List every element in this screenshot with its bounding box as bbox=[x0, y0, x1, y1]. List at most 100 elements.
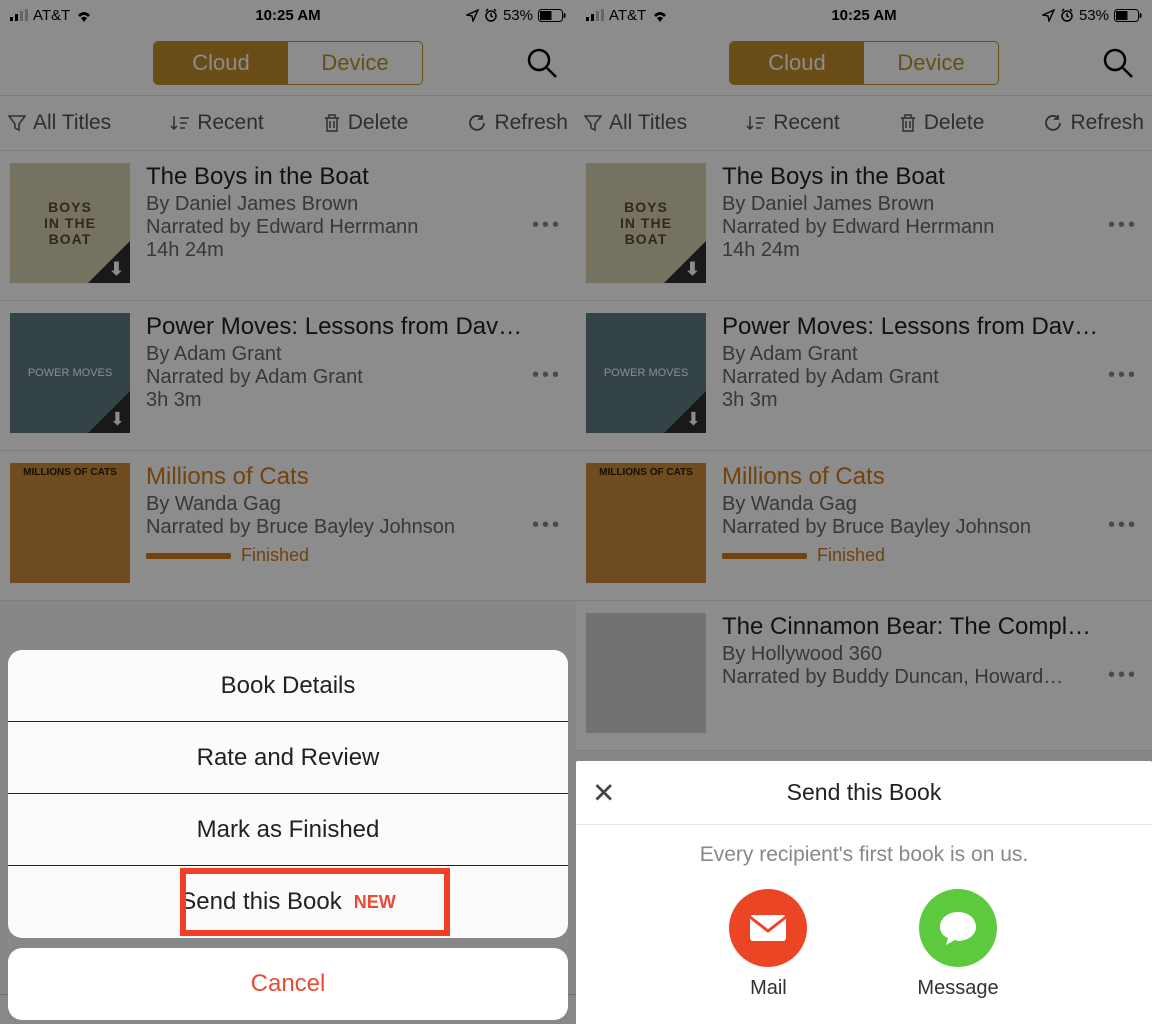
book-narrator: Narrated by Edward Herrmann bbox=[146, 216, 528, 239]
clock-label: 10:25 AM bbox=[831, 7, 896, 24]
sort-recent[interactable]: Recent bbox=[170, 111, 264, 135]
mail-icon bbox=[729, 889, 807, 967]
action-mark-finished[interactable]: Mark as Finished bbox=[8, 794, 568, 866]
device-tab[interactable]: Device bbox=[864, 42, 998, 84]
book-title: Power Moves: Lessons from Dav… bbox=[146, 313, 528, 341]
book-author: By Wanda Gag bbox=[146, 493, 528, 516]
signal-icon bbox=[10, 9, 28, 21]
book-duration: 14h 24m bbox=[146, 239, 528, 262]
alarm-icon bbox=[1060, 8, 1074, 22]
book-title: The Cinnamon Bear: The Compl… bbox=[722, 613, 1104, 641]
more-icon[interactable]: ••• bbox=[1104, 664, 1142, 687]
book-duration: 14h 24m bbox=[722, 239, 1104, 262]
refresh-label: Refresh bbox=[1070, 111, 1144, 135]
more-icon[interactable]: ••• bbox=[1104, 514, 1142, 537]
close-icon[interactable]: ✕ bbox=[592, 776, 615, 809]
book-narrator: Narrated by Bruce Bayley Johnson bbox=[722, 516, 1104, 539]
recent-label: Recent bbox=[197, 111, 264, 135]
cloud-device-toggle[interactable]: Cloud Device bbox=[729, 41, 999, 85]
book-narrator: Narrated by Buddy Duncan, Howard… bbox=[722, 666, 1104, 689]
wifi-icon bbox=[75, 9, 93, 22]
action-send-book[interactable]: Send this Book NEW bbox=[8, 866, 568, 938]
cover-text: POWER MOVES bbox=[28, 367, 112, 379]
more-icon[interactable]: ••• bbox=[528, 514, 566, 537]
book-author: By Hollywood 360 bbox=[722, 643, 1104, 666]
sort-recent[interactable]: Recent bbox=[746, 111, 840, 135]
book-row[interactable]: POWER MOVES ⬇ Power Moves: Lessons from … bbox=[0, 301, 576, 451]
book-row[interactable]: The Cinnamon Bear: The Compl… By Hollywo… bbox=[576, 601, 1152, 751]
action-cancel[interactable]: Cancel bbox=[8, 948, 568, 1020]
book-duration: 3h 3m bbox=[146, 389, 528, 412]
download-icon: ⬇ bbox=[109, 259, 125, 280]
progress-bar bbox=[722, 553, 807, 559]
book-row[interactable]: MILLIONS OF CATS Millions of Cats By Wan… bbox=[0, 451, 576, 601]
status-bar: AT&T 10:25 AM 53% bbox=[0, 0, 576, 30]
share-mail[interactable]: Mail bbox=[729, 889, 807, 1000]
carrier-label: AT&T bbox=[33, 7, 70, 24]
book-title: Millions of Cats bbox=[722, 463, 1104, 491]
device-tab[interactable]: Device bbox=[288, 42, 422, 84]
search-icon[interactable] bbox=[526, 47, 558, 79]
book-narrator: Narrated by Adam Grant bbox=[146, 366, 528, 389]
book-cover: BOYS IN THE BOAT ⬇ bbox=[10, 163, 130, 283]
book-narrator: Narrated by Adam Grant bbox=[722, 366, 1104, 389]
book-author: By Adam Grant bbox=[722, 343, 1104, 366]
action-book-details[interactable]: Book Details bbox=[8, 650, 568, 722]
filter-toolbar: All Titles Recent Delete Refresh bbox=[0, 96, 576, 151]
download-icon: ⬇ bbox=[686, 409, 701, 430]
refresh-button[interactable]: Refresh bbox=[1043, 111, 1144, 135]
cloud-tab[interactable]: Cloud bbox=[154, 42, 288, 84]
book-author: By Daniel James Brown bbox=[722, 193, 1104, 216]
recent-label: Recent bbox=[773, 111, 840, 135]
cloud-device-toggle[interactable]: Cloud Device bbox=[153, 41, 423, 85]
filter-toolbar: All Titles Recent Delete Refresh bbox=[576, 96, 1152, 151]
share-sheet: ✕ Send this Book Every recipient's first… bbox=[576, 761, 1152, 1024]
search-icon[interactable] bbox=[1102, 47, 1134, 79]
delete-label: Delete bbox=[348, 111, 409, 135]
battery-icon bbox=[1114, 9, 1142, 22]
all-titles-label: All Titles bbox=[609, 111, 687, 135]
share-message[interactable]: Message bbox=[917, 889, 998, 1000]
delete-label: Delete bbox=[924, 111, 985, 135]
delete-button[interactable]: Delete bbox=[323, 111, 409, 135]
book-row[interactable]: BOYS IN THE BOAT ⬇ The Boys in the Boat … bbox=[0, 151, 576, 301]
filter-all-titles[interactable]: All Titles bbox=[8, 111, 111, 135]
book-title: Millions of Cats bbox=[146, 463, 528, 491]
book-narrator: Narrated by Bruce Bayley Johnson bbox=[146, 516, 528, 539]
status-bar: AT&T 10:25 AM 53% bbox=[576, 0, 1152, 30]
filter-all-titles[interactable]: All Titles bbox=[584, 111, 687, 135]
cloud-tab[interactable]: Cloud bbox=[730, 42, 864, 84]
clock-label: 10:25 AM bbox=[255, 7, 320, 24]
phone-left: AT&T 10:25 AM 53% Cloud Device bbox=[0, 0, 576, 1024]
more-icon[interactable]: ••• bbox=[1104, 214, 1142, 237]
mail-label: Mail bbox=[750, 977, 787, 1000]
more-icon[interactable]: ••• bbox=[528, 214, 566, 237]
location-icon bbox=[1042, 9, 1055, 22]
share-options: Mail Message bbox=[576, 877, 1152, 1024]
battery-icon bbox=[538, 9, 566, 22]
delete-button[interactable]: Delete bbox=[899, 111, 985, 135]
new-badge: NEW bbox=[354, 892, 396, 913]
more-icon[interactable]: ••• bbox=[1104, 364, 1142, 387]
refresh-button[interactable]: Refresh bbox=[467, 111, 568, 135]
cover-text: POWER MOVES bbox=[604, 367, 688, 379]
battery-label: 53% bbox=[1079, 7, 1109, 24]
signal-icon bbox=[586, 9, 604, 21]
share-title: Send this Book bbox=[787, 779, 942, 806]
action-rate-review[interactable]: Rate and Review bbox=[8, 722, 568, 794]
book-cover bbox=[586, 613, 706, 733]
message-icon bbox=[919, 889, 997, 967]
more-icon[interactable]: ••• bbox=[528, 364, 566, 387]
share-subtitle: Every recipient's first book is on us. bbox=[576, 825, 1152, 877]
book-list: BOYS IN THE BOAT ⬇ The Boys in the Boat … bbox=[576, 151, 1152, 751]
cover-text: MILLIONS OF CATS bbox=[14, 467, 126, 478]
book-row[interactable]: BOYS IN THE BOAT ⬇ The Boys in the Boat … bbox=[576, 151, 1152, 301]
book-duration: 3h 3m bbox=[722, 389, 1104, 412]
battery-label: 53% bbox=[503, 7, 533, 24]
finished-label: Finished bbox=[241, 545, 309, 566]
book-row[interactable]: MILLIONS OF CATS Millions of Cats By Wan… bbox=[576, 451, 1152, 601]
cover-text: BOYS IN THE BOAT bbox=[44, 199, 96, 247]
all-titles-label: All Titles bbox=[33, 111, 111, 135]
book-row[interactable]: POWER MOVES ⬇ Power Moves: Lessons from … bbox=[576, 301, 1152, 451]
alarm-icon bbox=[484, 8, 498, 22]
